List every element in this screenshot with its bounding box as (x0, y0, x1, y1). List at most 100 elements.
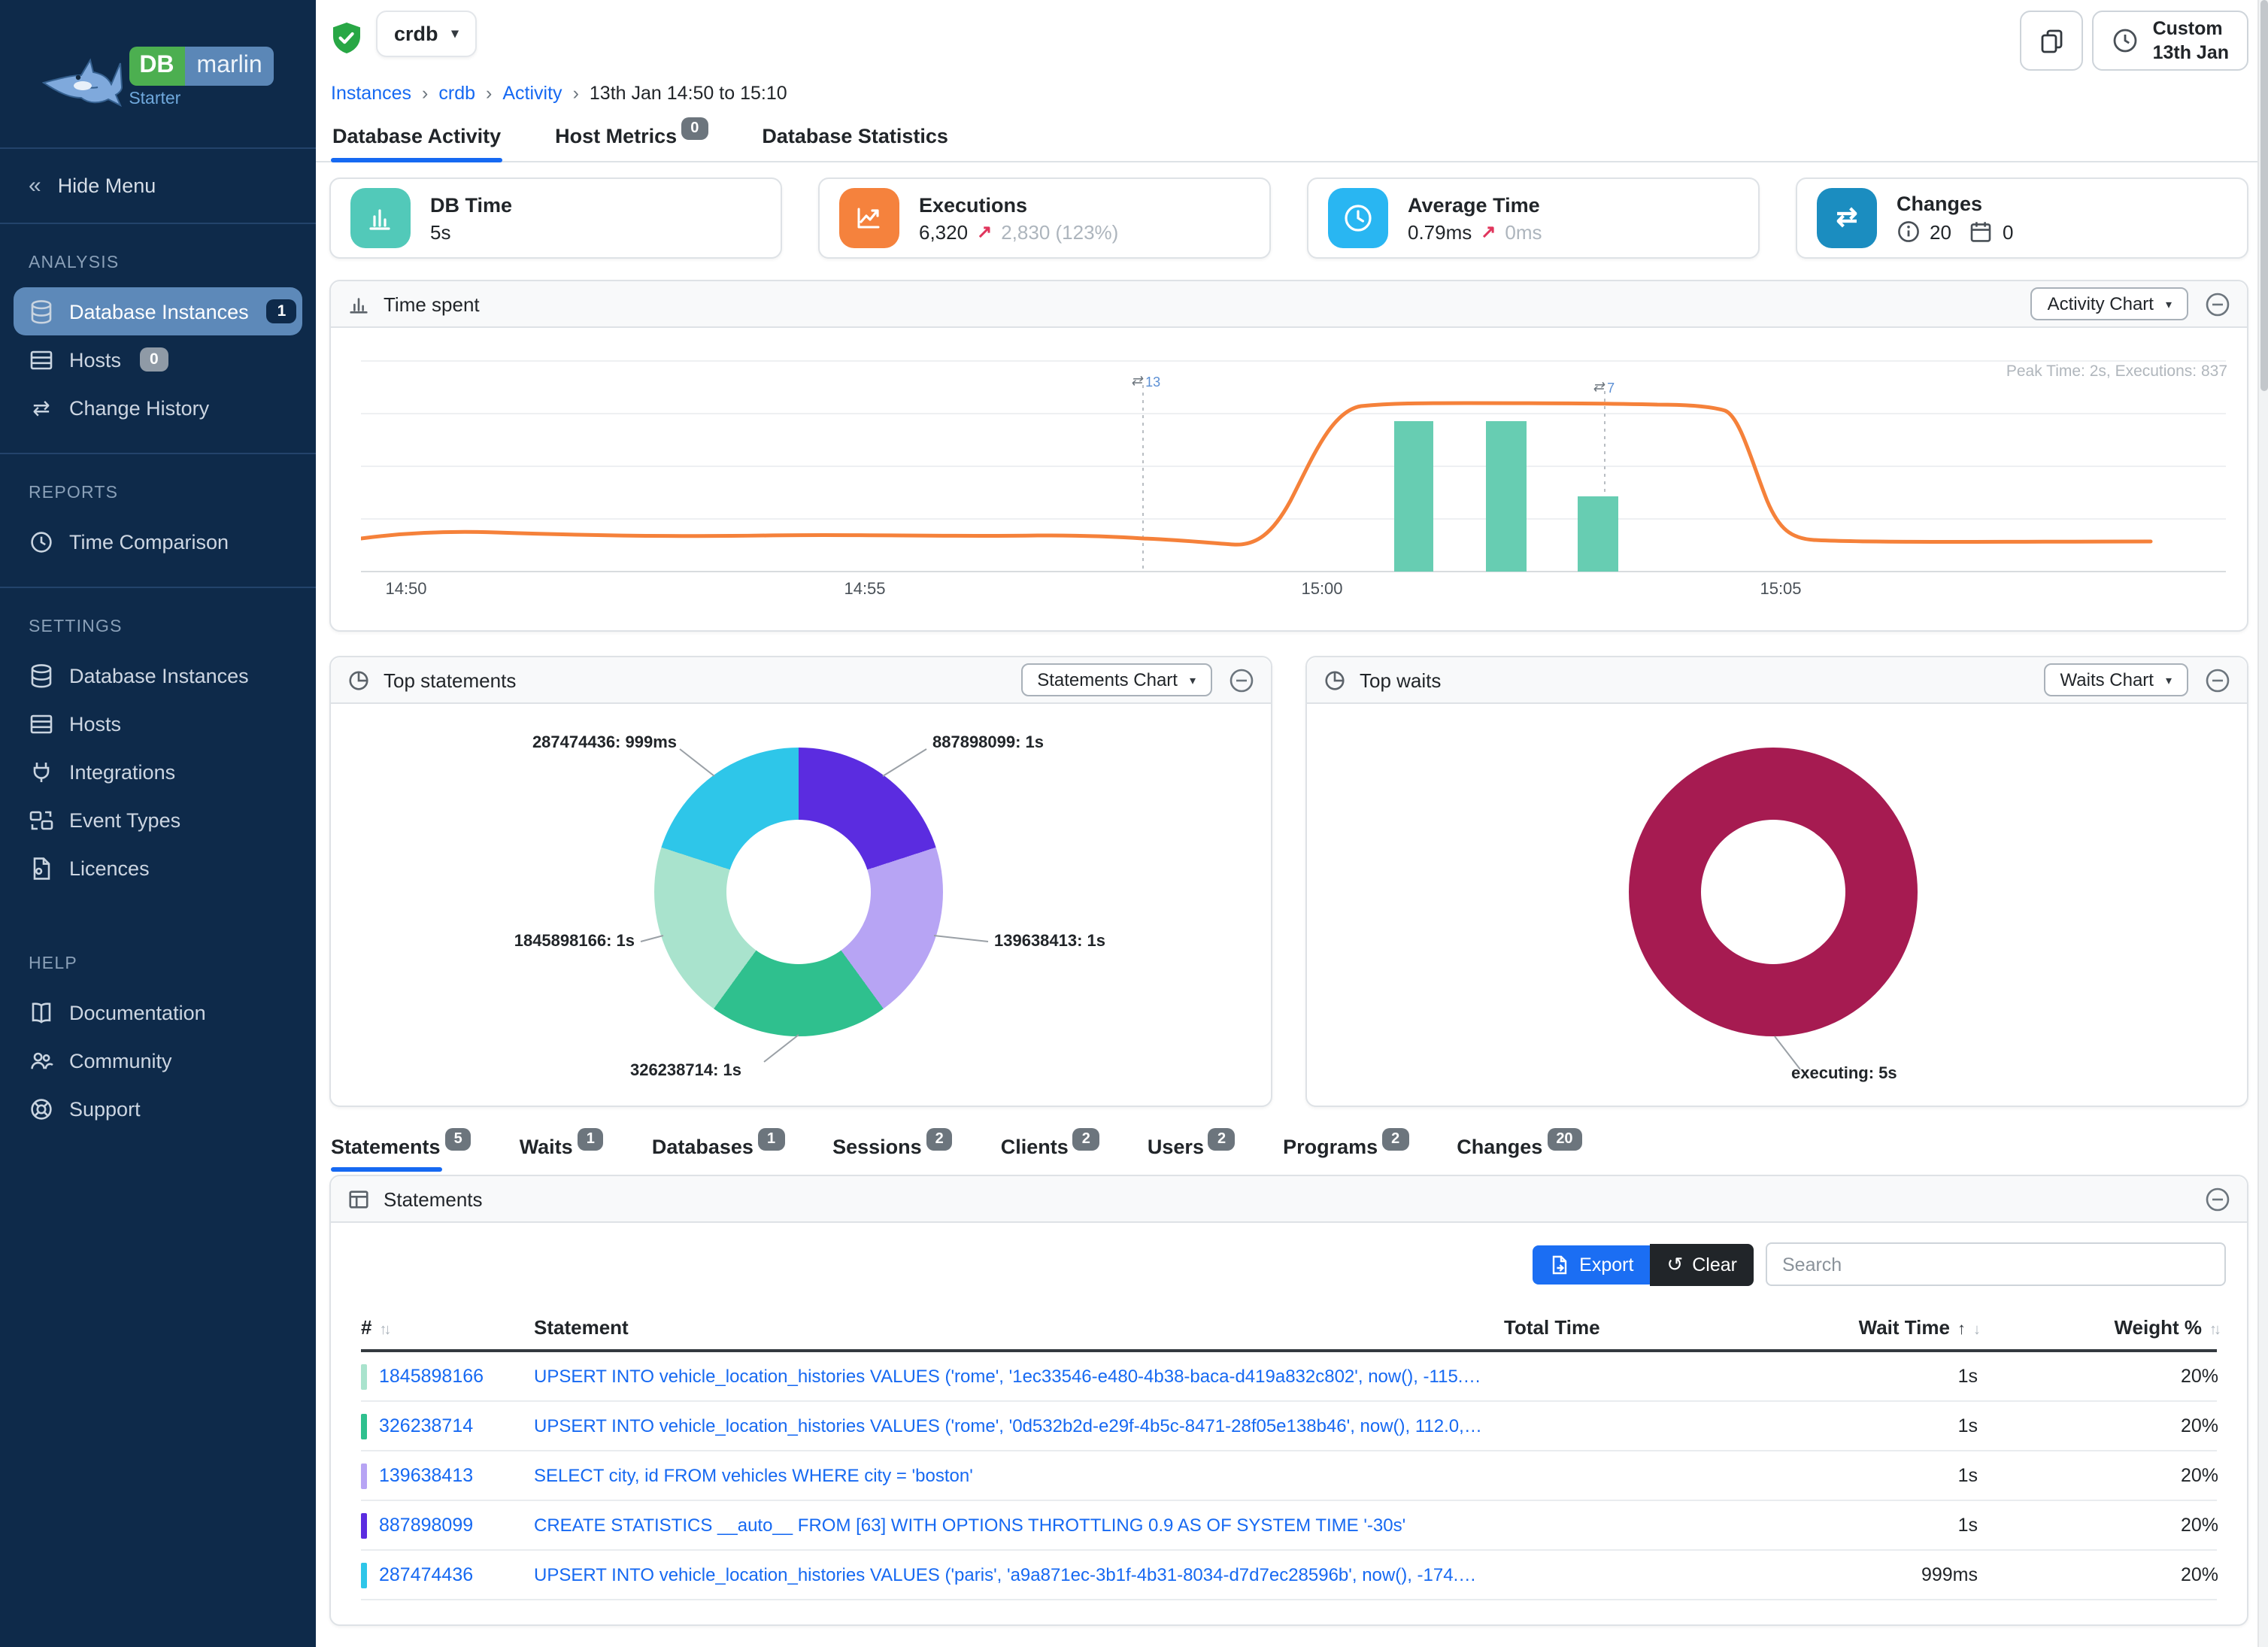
top-statements-header: Top statements Statements Chart ▾ (331, 657, 1271, 704)
wait-time-value: 1s (1752, 1366, 2045, 1387)
column-label: # (361, 1315, 371, 1338)
sidebar-item-settings-hosts[interactable]: Hosts (0, 699, 316, 748)
breadcrumb-separator: › (573, 83, 579, 104)
statement-link[interactable]: CREATE STATISTICS __auto__ FROM [63] WIT… (534, 1515, 1504, 1536)
swap-arrows-icon: ⇄ (1131, 373, 1142, 390)
hide-menu-button[interactable]: « Hide Menu (0, 149, 316, 224)
tab-label: Clients (1001, 1136, 1069, 1158)
change-event-count: 0 (2003, 220, 2013, 243)
waits-chart-select[interactable]: Waits Chart ▾ (2044, 663, 2189, 696)
sidebar-item-support[interactable]: Support (0, 1084, 316, 1133)
tab-label: Sessions (832, 1136, 922, 1158)
sidebar-item-change-history[interactable]: ⇄ Change History (0, 384, 316, 432)
column-label: Total Time (1504, 1315, 1600, 1338)
collapse-icon: « (29, 173, 41, 199)
change-history-icon: ⇄ (29, 395, 54, 420)
changes-marker[interactable]: ⇄7 (1593, 379, 1615, 396)
tab-host-metrics[interactable]: Host Metrics0 (553, 122, 709, 161)
bar-chart-icon (347, 293, 370, 315)
collapse-panel-button[interactable] (2205, 1186, 2230, 1212)
database-icon (29, 663, 54, 688)
tab-sessions[interactable]: Sessions2 (832, 1136, 953, 1172)
sort-column-id[interactable]: #↑↓ (361, 1315, 534, 1338)
sort-column-wait-time[interactable]: Wait Time↑↓ (1752, 1315, 2045, 1338)
sort-column-weight[interactable]: Weight %↑↓ (2045, 1315, 2218, 1338)
statement-id-link[interactable]: 139638413 (361, 1463, 534, 1488)
clear-button[interactable]: ↺ Clear (1650, 1243, 1754, 1285)
breadcrumb-link[interactable]: Activity (502, 83, 562, 104)
tab-waits[interactable]: Waits1 (520, 1136, 604, 1172)
sidebar-item-label: Time Comparison (69, 530, 229, 553)
tab-statements[interactable]: Statements5 (331, 1136, 471, 1172)
waits-donut-chart[interactable]: executing: 5s (1307, 704, 2247, 1106)
changes-marker[interactable]: ⇄13 (1131, 373, 1160, 390)
sort-column-statement[interactable]: Statement (534, 1315, 1504, 1338)
sidebar-item-integrations[interactable]: Integrations (0, 748, 316, 796)
statement-link[interactable]: UPSERT INTO vehicle_location_histories V… (534, 1564, 1504, 1585)
color-chip (361, 1463, 367, 1488)
statements-chart-select[interactable]: Statements Chart ▾ (1020, 663, 1212, 696)
tab-label: Users (1148, 1136, 1204, 1158)
tab-database-statistics[interactable]: Database Statistics (760, 122, 950, 161)
statement-id-link[interactable]: 887898099 (361, 1512, 534, 1538)
sidebar-item-event-types[interactable]: Event Types (0, 796, 316, 844)
tab-programs[interactable]: Programs2 (1283, 1136, 1408, 1172)
section-title-analysis: ANALYSIS (29, 254, 316, 272)
sidebar-item-database-instances[interactable]: Database Instances 1 (14, 287, 302, 335)
vertical-scrollbar[interactable] (2257, 0, 2268, 1647)
tab-databases[interactable]: Databases1 (652, 1136, 784, 1172)
breadcrumb-link[interactable]: crdb (438, 83, 475, 104)
collapse-panel-button[interactable] (2205, 667, 2230, 693)
chart-select-label: Waits Chart (2060, 669, 2154, 690)
tab-label: Waits (520, 1136, 573, 1158)
statement-id-link[interactable]: 1845898166 (361, 1363, 534, 1389)
tab-users[interactable]: Users2 (1148, 1136, 1235, 1172)
sidebar-item-community[interactable]: Community (0, 1036, 316, 1084)
tab-label: Host Metrics (555, 125, 677, 147)
sidebar-item-time-comparison[interactable]: Time Comparison (0, 517, 316, 566)
tab-badge: 2 (1208, 1128, 1235, 1151)
clock-icon (29, 529, 54, 554)
sidebar-item-hosts[interactable]: Hosts 0 (0, 335, 316, 384)
statement-link[interactable]: SELECT city, id FROM vehicles WHERE city… (534, 1465, 1504, 1486)
sidebar-item-documentation[interactable]: Documentation (0, 988, 316, 1036)
sidebar-item-settings-database-instances[interactable]: Database Instances (0, 651, 316, 699)
copy-link-button[interactable] (2021, 11, 2084, 71)
breadcrumb-link[interactable]: Instances (331, 83, 411, 104)
slice-label: 326238714: 1s (611, 1062, 761, 1080)
statements-donut-chart[interactable]: 287474436: 999ms 887898099: 1s 184589816… (331, 704, 1271, 1106)
tab-database-activity[interactable]: Database Activity (331, 122, 502, 161)
count-badge: 0 (139, 347, 169, 372)
activity-chart-select[interactable]: Activity Chart ▾ (2031, 287, 2188, 320)
tab-changes[interactable]: Changes20 (1457, 1136, 1581, 1172)
scrollbar-thumb[interactable] (2260, 0, 2268, 391)
statement-id-link[interactable]: 326238714 (361, 1413, 534, 1439)
tab-clients[interactable]: Clients2 (1001, 1136, 1099, 1172)
statement-link[interactable]: UPSERT INTO vehicle_location_histories V… (534, 1415, 1504, 1436)
sidebar-item-licences[interactable]: Licences (0, 844, 316, 892)
sidebar-item-label: Change History (69, 396, 209, 419)
waits-donut[interactable] (1629, 748, 1918, 1036)
tab-label: Database Activity (332, 125, 501, 147)
time-range-button[interactable]: Custom 13th Jan (2093, 11, 2248, 71)
collapse-panel-button[interactable] (1229, 667, 1254, 693)
sort-icon-active: ↑ (1957, 1320, 1966, 1338)
statement-id-link[interactable]: 287474436 (361, 1562, 534, 1588)
statements-donut[interactable] (654, 748, 943, 1036)
sort-column-total-time[interactable]: Total Time (1504, 1315, 1752, 1338)
export-button[interactable]: Export (1533, 1245, 1650, 1284)
activity-chart[interactable]: Peak Time: 2s, Executions: 837 ⇄13 ⇄7 (331, 328, 2247, 630)
slice-label: 287474436: 999ms (484, 734, 677, 752)
tab-badge: 1 (578, 1128, 604, 1151)
statement-id: 287474436 (379, 1564, 473, 1585)
tab-badge: 2 (1073, 1128, 1099, 1151)
tab-label: Changes (1457, 1136, 1542, 1158)
card-title: Changes (1897, 193, 2013, 215)
instance-name: crdb (394, 23, 438, 45)
search-input[interactable] (1766, 1242, 2226, 1286)
changes-count: 13 (1145, 374, 1160, 389)
statement-link[interactable]: UPSERT INTO vehicle_location_histories V… (534, 1366, 1504, 1387)
collapse-panel-button[interactable] (2205, 291, 2230, 317)
statements-table: #↑↓ Statement Total Time Wait Time↑↓ Wei… (361, 1304, 2217, 1600)
instance-selector[interactable]: crdb ▾ (376, 11, 477, 57)
